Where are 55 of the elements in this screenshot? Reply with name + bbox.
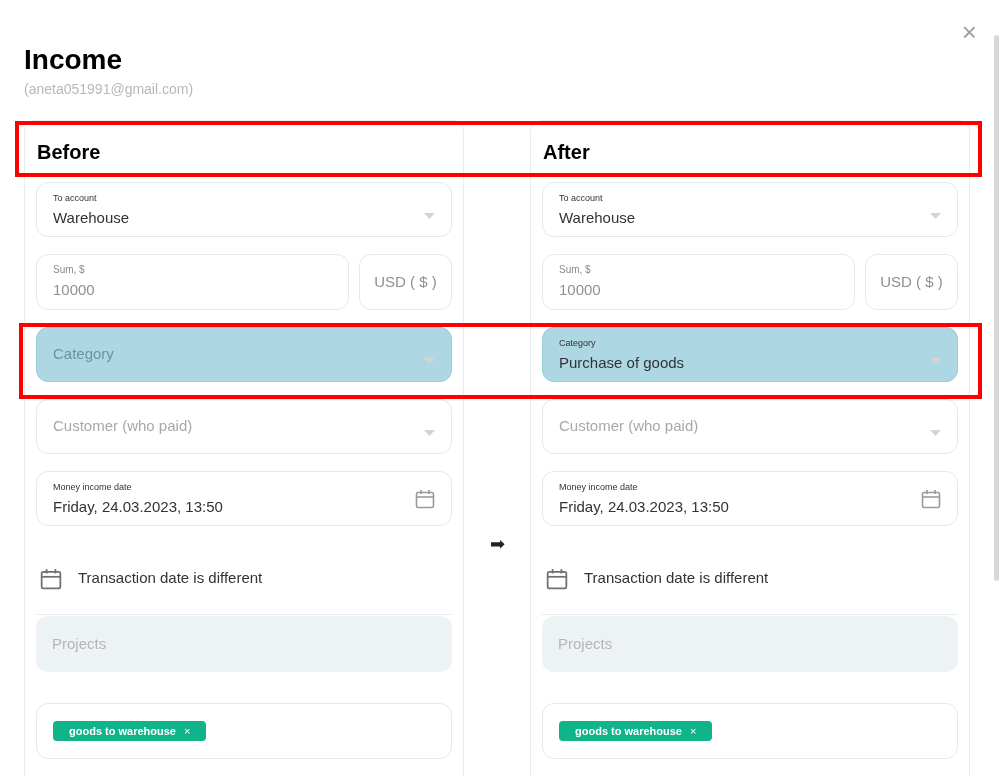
panel-title: Before: [37, 139, 101, 165]
field-label: To account: [559, 191, 604, 204]
select-field[interactable]: To account Warehouse: [36, 182, 452, 237]
field-value: Friday, 24.03.2023, 13:50: [53, 496, 223, 517]
panel-title: After: [543, 139, 590, 165]
select-field[interactable]: Category: [36, 327, 452, 382]
dialog-title: Income: [24, 43, 124, 77]
field-placeholder: Projects: [52, 633, 107, 654]
field-label: Money income date: [559, 480, 639, 493]
tag-remove[interactable]: ×: [183, 722, 191, 740]
tag-text: goods to warehouse: [575, 723, 682, 739]
dropdown-caret-icon: [930, 212, 941, 219]
tag-chip[interactable]: goods to warehouse ×: [53, 721, 207, 741]
select-field[interactable]: Category Purchase of goods: [542, 327, 958, 382]
field-label: Sum, $: [53, 264, 86, 276]
calendar-icon: [921, 488, 941, 509]
calendar-icon: [40, 567, 62, 590]
field-value: Warehouse: [53, 207, 130, 228]
projects-field[interactable]: Projects: [36, 616, 452, 672]
tags-field[interactable]: goods to warehouse ×: [36, 703, 452, 759]
account-email: (aneta051991@gmail.com): [24, 80, 195, 99]
dropdown-caret-icon: [424, 357, 435, 364]
close-button[interactable]: ×: [961, 18, 977, 46]
dropdown-caret-icon: [424, 212, 435, 219]
field-placeholder: Customer (who paid): [559, 416, 699, 437]
field-value: 10000: [53, 280, 96, 300]
field-placeholder: Customer (who paid): [53, 416, 193, 437]
field-value: Friday, 24.03.2023, 13:50: [559, 496, 729, 517]
tag-text: goods to warehouse: [69, 723, 176, 739]
field-label: Sum, $: [559, 264, 592, 276]
arrow-text: ➡: [489, 534, 505, 554]
tag-remove[interactable]: ×: [689, 722, 697, 740]
field-label: Category: [559, 336, 597, 349]
dropdown-caret-icon: [930, 357, 941, 364]
field-placeholder: Category: [53, 344, 114, 365]
field-label: To account: [53, 191, 98, 204]
select-field[interactable]: To account Warehouse: [542, 182, 958, 237]
select-field[interactable]: Customer (who paid): [36, 399, 452, 454]
projects-field[interactable]: Projects: [542, 616, 958, 672]
calendar-icon: [546, 567, 568, 590]
toggle-label[interactable]: Transaction date is different: [78, 567, 263, 590]
tag-chip[interactable]: goods to warehouse ×: [559, 721, 713, 741]
date-field[interactable]: Money income date Friday, 24.03.2023, 13:50: [36, 471, 452, 526]
dropdown-caret-icon: [424, 429, 435, 436]
tags-field[interactable]: goods to warehouse ×: [542, 703, 958, 759]
date-field[interactable]: Money income date Friday, 24.03.2023, 13:50: [542, 471, 958, 526]
select-field[interactable]: Customer (who paid): [542, 399, 958, 454]
calendar-icon: [415, 488, 435, 509]
field-value: Purchase of goods: [559, 352, 685, 373]
field-label: Money income date: [53, 480, 133, 493]
dropdown-caret-icon: [930, 429, 941, 436]
toggle-label[interactable]: Transaction date is different: [584, 567, 769, 590]
field-value: Warehouse: [559, 207, 636, 228]
field-value: 10000: [559, 280, 602, 300]
field-placeholder: Projects: [558, 633, 613, 654]
